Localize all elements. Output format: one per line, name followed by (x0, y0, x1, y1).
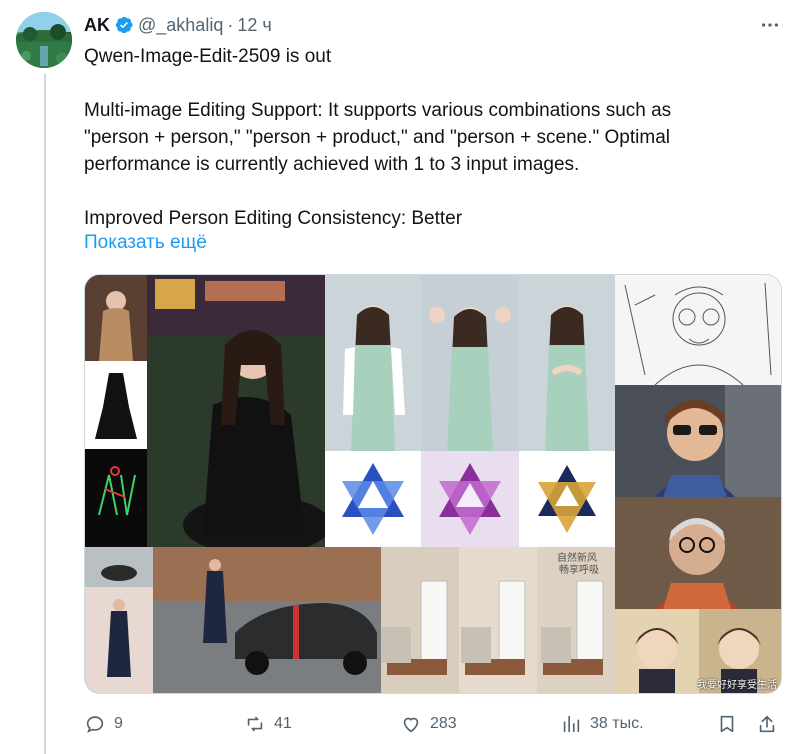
bookmark-icon (720, 715, 734, 733)
overlay-caption: 我要好好享受生活 (697, 680, 777, 691)
separator-dot: · (227, 14, 234, 35)
repost-count: 41 (274, 715, 292, 732)
repost-button[interactable]: 41 (244, 708, 292, 740)
image-anime-portraits[interactable]: 我要好好享受生活 (615, 609, 781, 693)
timestamp[interactable]: 12 ч (237, 15, 271, 36)
verified-badge-icon (114, 15, 134, 35)
more-options-button[interactable] (756, 14, 784, 36)
show-more-link[interactable]: Показать ещё (84, 232, 207, 254)
media-grid[interactable]: 我要好好享受生活 自然新风 畅享呼吸 (84, 274, 782, 694)
avatar-image (16, 12, 72, 68)
repost-icon (247, 716, 263, 732)
tweet-text-line: performance is currently achieved with 1… (84, 154, 580, 175)
tweet-text-line: Improved Person Editing Consistency: Bet… (84, 208, 463, 229)
author-handle[interactable]: @_akhaliq (138, 15, 223, 36)
avatar[interactable] (16, 12, 72, 68)
like-button[interactable]: 283 (400, 708, 457, 740)
image-sketch-portrait[interactable] (615, 275, 781, 385)
views-button[interactable]: 38 тыс. (560, 708, 644, 740)
tweet-text-line: Multi-image Editing Support: It supports… (84, 100, 672, 121)
heart-icon (403, 717, 419, 733)
views-count: 38 тыс. (590, 715, 644, 732)
like-count: 283 (430, 715, 457, 732)
thread-line (44, 74, 46, 754)
image-car-scene[interactable] (85, 547, 381, 693)
image-three-poses[interactable] (325, 275, 615, 451)
reply-button[interactable]: 9 (84, 708, 123, 740)
image-photo-portrait[interactable] (615, 385, 781, 497)
bookmark-button[interactable] (716, 708, 738, 740)
tweet-text-line: Qwen-Image-Edit-2509 is out (84, 46, 332, 67)
image-person-scene[interactable] (85, 275, 325, 547)
image-product-scene[interactable]: 自然新风 畅享呼吸 (381, 547, 615, 693)
author-name[interactable]: AK (84, 15, 110, 36)
comment-icon (86, 716, 104, 733)
share-button[interactable] (756, 708, 778, 740)
analytics-icon (563, 715, 580, 733)
image-elderly-portrait[interactable] (615, 497, 781, 609)
ellipsis-icon (761, 23, 779, 27)
reply-count: 9 (114, 715, 123, 732)
tweet-header: AK @_akhaliq · 12 ч (84, 14, 272, 36)
overlay-caption: 畅享呼吸 (559, 565, 599, 576)
tweet-text-line: "person + person," "person + product," a… (84, 127, 670, 148)
image-logos[interactable] (325, 451, 615, 547)
tweet-actions: 9 41 283 38 тыс. (84, 708, 784, 740)
overlay-caption: 自然新风 (557, 553, 597, 564)
share-icon (759, 715, 775, 733)
